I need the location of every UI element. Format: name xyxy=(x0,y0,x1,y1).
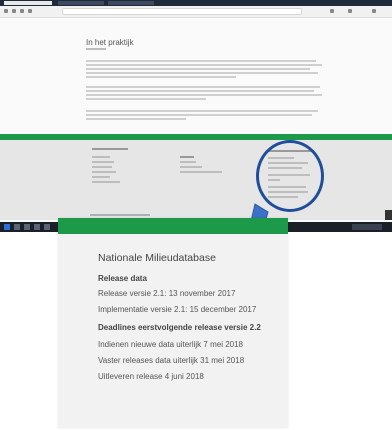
taskbar-app-icon[interactable] xyxy=(24,224,30,230)
text-line xyxy=(86,114,312,116)
zoom-card: Nationale Milieudatabase Release data Re… xyxy=(58,218,288,428)
text-line xyxy=(86,110,318,112)
url-field[interactable] xyxy=(62,8,302,15)
footer-link[interactable] xyxy=(180,166,202,168)
favorites-icon[interactable] xyxy=(330,9,334,13)
feedback-tab[interactable] xyxy=(385,210,392,220)
text-line xyxy=(86,68,310,70)
card-body: Nationale Milieudatabase Release data Re… xyxy=(98,252,282,386)
refresh-icon[interactable] xyxy=(20,9,24,13)
home-icon[interactable] xyxy=(28,9,32,13)
text-line xyxy=(86,64,322,66)
deadline-heading: Deadlines eerstvolgende release versie 2… xyxy=(98,323,261,332)
footer-link[interactable] xyxy=(92,166,112,168)
page-subtitle xyxy=(86,48,106,50)
deadline-item: Indienen nieuwe data uiterlijk 7 mei 201… xyxy=(98,340,243,349)
card-green-bar xyxy=(58,218,288,234)
background-screenshot: In het praktijk xyxy=(0,0,392,232)
release-item: Implementatie versie 2.1: 15 december 20… xyxy=(98,305,257,314)
text-line xyxy=(86,76,236,78)
text-line xyxy=(86,98,206,100)
footer-link[interactable] xyxy=(92,181,120,183)
text-line xyxy=(86,86,320,88)
deadline-item: Vaster releases data uiterlijk 31 mei 20… xyxy=(98,356,245,365)
text-line xyxy=(86,94,322,96)
text-line xyxy=(86,118,186,120)
menu-icon[interactable] xyxy=(372,9,376,13)
address-bar xyxy=(0,6,392,18)
system-tray[interactable] xyxy=(352,224,382,230)
deadline-item: Uitleveren release 4 juni 2018 xyxy=(98,372,204,381)
footer-link[interactable] xyxy=(180,171,222,173)
footer-heading xyxy=(180,156,194,158)
footer-link[interactable] xyxy=(92,176,110,178)
text-line xyxy=(86,90,314,92)
forward-icon[interactable] xyxy=(12,9,16,13)
taskbar-app-icon[interactable] xyxy=(14,224,20,230)
footer-link[interactable] xyxy=(92,171,116,173)
browser-tab[interactable] xyxy=(108,1,154,5)
site-footer xyxy=(0,134,392,220)
back-icon[interactable] xyxy=(4,9,8,13)
browser-tab[interactable] xyxy=(58,1,104,5)
browser-tab[interactable] xyxy=(4,1,52,5)
text-line xyxy=(86,60,316,62)
footer-link[interactable] xyxy=(92,156,110,158)
text-line xyxy=(86,72,318,74)
page-title: In het praktijk xyxy=(86,38,134,47)
footer-link[interactable] xyxy=(92,161,114,163)
footer-link[interactable] xyxy=(180,161,196,163)
copyright-line xyxy=(90,214,150,216)
release-heading: Release data xyxy=(98,274,147,283)
taskbar-app-icon[interactable] xyxy=(34,224,40,230)
card-title: Nationale Milieudatabase xyxy=(98,252,216,264)
footer-heading xyxy=(92,148,128,150)
settings-icon[interactable] xyxy=(348,9,352,13)
release-item: Release versie 2.1: 13 november 2017 xyxy=(98,289,236,298)
taskbar-app-icon[interactable] xyxy=(44,224,50,230)
magnifier-icon xyxy=(256,140,324,212)
start-icon[interactable] xyxy=(4,224,10,230)
